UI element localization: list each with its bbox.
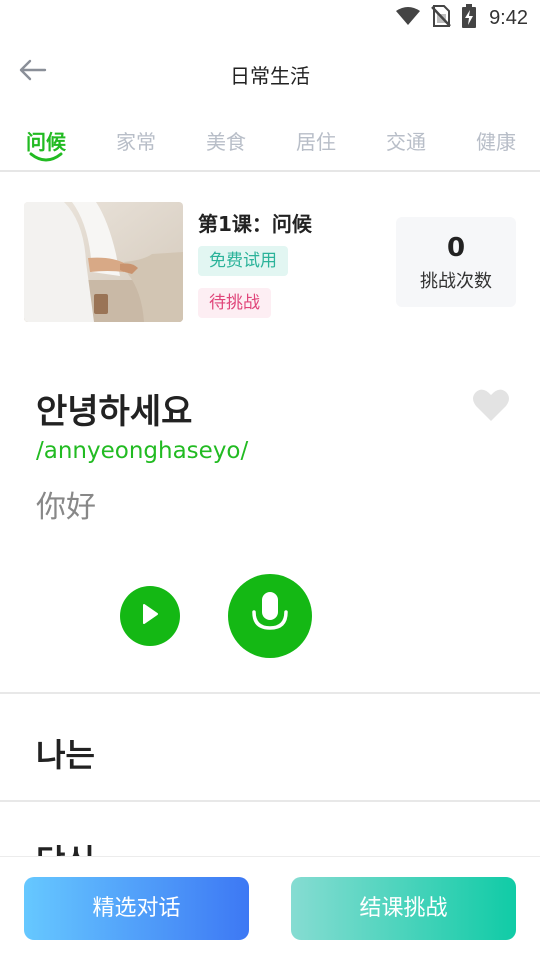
phrase-korean: 안녕하세요 <box>36 392 193 432</box>
play-audio-button[interactable] <box>120 586 180 646</box>
lesson-thumbnail <box>24 202 183 322</box>
tab-traffic[interactable]: 交通 <box>376 126 436 155</box>
section-divider <box>0 692 540 694</box>
no-sim-icon <box>431 5 451 31</box>
challenge-count: 0 <box>446 233 466 263</box>
status-icons: 9:42 <box>395 4 528 32</box>
tab-family[interactable]: 家常 <box>106 126 166 155</box>
lesson-title: 第1课：问候 <box>198 212 312 236</box>
status-badge: 待挑战 <box>198 288 271 318</box>
challenge-label: 挑战次数 <box>420 271 492 292</box>
tab-food[interactable]: 美食 <box>196 126 256 155</box>
favorite-button[interactable] <box>472 388 510 424</box>
heart-icon <box>472 389 510 426</box>
bottom-action-bar: 精选对话 结课挑战 <box>0 856 540 960</box>
wifi-icon <box>395 6 421 30</box>
list-item[interactable]: 나는 <box>36 730 95 776</box>
section-divider <box>0 800 540 802</box>
phrase-translation: 你好 <box>36 490 96 525</box>
microphone-icon <box>250 590 290 642</box>
tabs-divider <box>0 170 540 172</box>
battery-charging-icon <box>461 4 477 32</box>
final-challenge-button[interactable]: 结课挑战 <box>291 877 516 940</box>
phrase-romanization: /annyeonghaseyo/ <box>36 438 249 464</box>
free-trial-badge: 免费试用 <box>198 246 288 276</box>
page-title: 日常生活 <box>230 64 310 88</box>
active-tab-indicator <box>28 148 64 162</box>
lesson-card[interactable]: 第1课：问候 免费试用 待挑战 0 挑战次数 <box>24 202 516 322</box>
status-time: 9:42 <box>489 6 528 29</box>
tab-health[interactable]: 健康 <box>466 126 526 155</box>
status-bar: 9:42 <box>0 0 540 36</box>
play-icon <box>140 603 160 629</box>
featured-dialog-button[interactable]: 精选对话 <box>24 877 249 940</box>
tab-housing[interactable]: 居住 <box>286 126 346 155</box>
header: 日常生活 <box>0 44 540 100</box>
category-tabs: 问候 家常 美食 居住 交通 健康 <box>0 118 540 170</box>
record-button[interactable] <box>228 574 312 658</box>
challenge-counter: 0 挑战次数 <box>396 217 516 307</box>
